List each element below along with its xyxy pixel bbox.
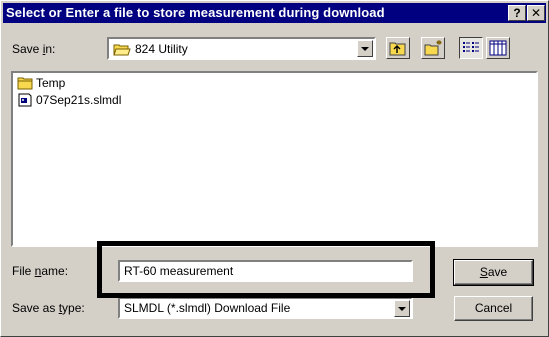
file-list[interactable]: Temp 07Sep21s.slmdl: [11, 71, 538, 247]
save-in-label: Save in:: [12, 42, 55, 56]
close-button[interactable]: ✕: [527, 5, 545, 21]
file-name-label-post: ame:: [41, 264, 69, 278]
save-as-type-value: SLMDL (*.slmdl) Download File: [124, 301, 291, 315]
save-in-dropdown[interactable]: 824 Utility: [107, 37, 376, 60]
folder-name: Temp: [36, 76, 66, 90]
list-view-button[interactable]: [459, 37, 483, 59]
save-in-label-post: n:: [45, 42, 56, 56]
file-name-input[interactable]: RT-60 measurement: [118, 260, 413, 282]
save-as-type-dropdown-arrow[interactable]: [394, 300, 410, 317]
save-as-type-label: Save as type:: [12, 301, 85, 315]
save-button-rest: ave: [487, 265, 508, 279]
details-view-icon: [489, 40, 507, 56]
up-folder-icon: [389, 42, 406, 56]
list-item-file[interactable]: 07Sep21s.slmdl: [17, 92, 121, 108]
new-folder-icon: [424, 40, 442, 56]
save-file-dialog: Select or Enter a file to store measurem…: [0, 0, 549, 337]
save-in-dropdown-arrow[interactable]: [357, 40, 373, 57]
file-name: 07Sep21s.slmdl: [36, 93, 122, 107]
create-new-folder-button[interactable]: [421, 37, 445, 59]
document-icon: [18, 93, 32, 107]
up-one-level-button[interactable]: [386, 37, 410, 59]
help-button[interactable]: ?: [508, 5, 526, 21]
title-bar: Select or Enter a file to store measurem…: [3, 3, 546, 23]
folder-icon: [17, 77, 33, 90]
save-in-value: 824 Utility: [135, 42, 188, 56]
list-item-folder[interactable]: Temp: [17, 75, 65, 91]
cancel-button[interactable]: Cancel: [454, 296, 533, 321]
folder-open-icon: [113, 44, 131, 56]
save-as-type-label-post: ype:: [62, 301, 85, 315]
file-name-label-pre: File: [12, 264, 35, 278]
list-view-icon: [463, 42, 479, 52]
dialog-title: Select or Enter a file to store measurem…: [6, 5, 385, 20]
save-button-key: S: [479, 265, 488, 279]
save-in-label-pre: Save: [12, 42, 43, 56]
file-name-value: RT-60 measurement: [124, 264, 234, 278]
save-button[interactable]: Save: [453, 259, 534, 286]
details-view-button[interactable]: [486, 37, 510, 59]
save-as-type-label-pre: Save as: [12, 301, 59, 315]
save-as-type-dropdown[interactable]: SLMDL (*.slmdl) Download File: [118, 297, 413, 319]
file-name-label: File name:: [12, 264, 68, 278]
